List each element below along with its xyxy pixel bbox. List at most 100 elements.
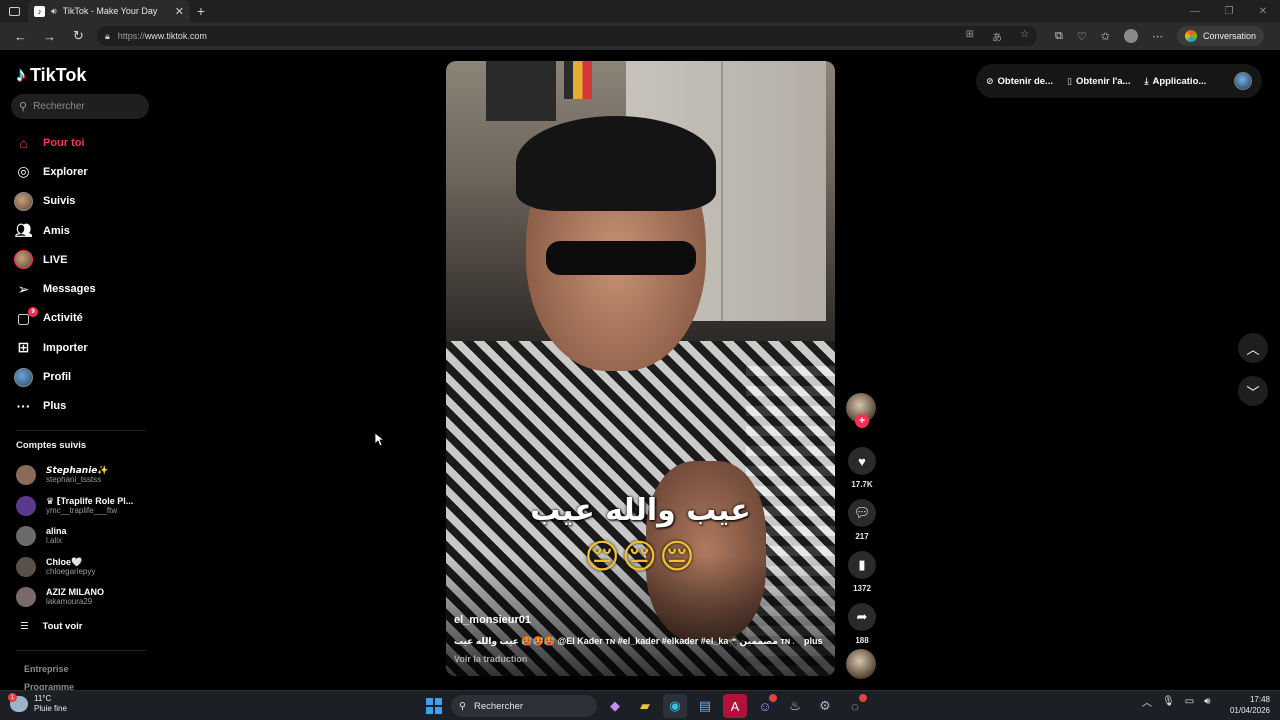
save-action[interactable]: ▮ 1372 <box>845 551 879 593</box>
translate-icon[interactable]: あ <box>992 29 1002 44</box>
settings-more-icon[interactable]: ⋯ <box>1152 30 1163 43</box>
start-button[interactable] <box>423 695 445 717</box>
url-domain: www.tiktok.com <box>144 31 207 41</box>
browser-essentials-icon[interactable]: ♡ <box>1077 30 1087 43</box>
browser-profile-avatar[interactable] <box>1123 29 1138 43</box>
tab-actions-button[interactable] <box>0 0 28 22</box>
get-coins-button[interactable]: ⊘ Obtenir de... <box>986 76 1053 87</box>
sidebar-item-explorer[interactable]: ◎ Explorer <box>14 157 154 186</box>
get-app-button[interactable]: ▯ Obtenir l'a... <box>1067 76 1130 87</box>
minimize-icon[interactable]: — <box>1178 0 1212 22</box>
windows-logo-icon <box>434 698 442 706</box>
heart-icon: ♥ <box>848 447 876 475</box>
browser-tab[interactable]: ♪ 🔊︎ TikTok - Make Your Day ✕ <box>28 0 190 22</box>
followed-account[interactable]: ♛ ⁅Traplife Role Pl... ymc__traplife___f… <box>16 491 156 522</box>
store-icon[interactable]: ▤ <box>693 694 717 718</box>
forward-button[interactable]: → <box>35 22 64 50</box>
like-action[interactable]: ♥ 17.7K <box>845 447 879 489</box>
sidebar-item-label: Messages <box>43 283 96 296</box>
followed-account[interactable]: AZIZ MILANO lakamoura29 <box>16 582 156 613</box>
sidebar-item-amis[interactable]: 👥︎ Amis <box>14 216 154 245</box>
download-app-button[interactable]: ⤓ Applicatio... <box>1144 76 1206 87</box>
previous-video-button[interactable]: ︿ <box>1238 333 1268 363</box>
search-input[interactable]: ⚲ Rechercher <box>11 94 149 119</box>
followed-account[interactable]: Chloe🤍 chloegariepyy <box>16 552 156 583</box>
search-icon: ⚲ <box>459 700 466 712</box>
tiktok-logo[interactable]: ♪ TikTok <box>16 64 86 87</box>
video-author[interactable]: el_monsieur01 <box>454 614 531 626</box>
close-tab-icon[interactable]: ✕ <box>175 5 184 18</box>
sidebar-item-plus[interactable]: ··· Plus <box>14 392 154 421</box>
sidebar-item-label: Plus <box>43 400 67 413</box>
followed-account[interactable]: 𝙎𝙩𝙚𝙥𝙝𝙖𝙣𝙞𝙚✨ stephani_tsstss <box>16 460 156 491</box>
next-video-button[interactable]: ﹀ <box>1238 376 1268 406</box>
account-name: Chloe🤍 <box>46 556 83 567</box>
bookmark-icon: ▮ <box>848 551 876 579</box>
weather-widget[interactable]: 1 11°C Pluie fine <box>8 693 67 714</box>
get-coins-label: Obtenir de... <box>997 75 1053 87</box>
music-disc-avatar[interactable] <box>846 649 876 679</box>
sidebar-item-messages[interactable]: ➢ Messages <box>14 274 154 303</box>
footer-link-entreprise[interactable]: Entreprise <box>24 664 69 674</box>
back-button[interactable]: ← <box>6 22 35 50</box>
affinity-icon[interactable]: A <box>723 694 747 718</box>
favorites-icon[interactable]: ✩ <box>1101 30 1110 43</box>
steam-icon[interactable]: ♨ <box>783 694 807 718</box>
speaker-icon[interactable]: 🔊︎ <box>51 6 57 17</box>
app-tray-icon[interactable]: ◌ <box>843 694 867 718</box>
sidebar-item-live[interactable]: LIVE <box>14 245 154 274</box>
taskbar-search[interactable]: ⚲ Rechercher <box>451 695 597 717</box>
sidebar-item-pour-toi[interactable]: ⌂ Pour toi <box>14 128 154 157</box>
sidebar-item-importer[interactable]: ⊞ Importer <box>14 333 154 362</box>
upload-icon: ⊞ <box>17 339 30 356</box>
download-icon: ⤓ <box>1144 75 1149 86</box>
new-tab-button[interactable]: + <box>190 0 212 22</box>
sidebar-item-profil[interactable]: Profil <box>14 362 154 391</box>
sidebar-item-label: Suivis <box>43 195 76 208</box>
copilot-conversation-button[interactable]: Conversation <box>1176 26 1264 46</box>
follow-plus-icon[interactable]: + <box>855 414 869 428</box>
video-player[interactable]: عيب والله عيب 😔😔😔 el_monsieur01 عيب والل… <box>446 61 835 676</box>
maximize-icon[interactable]: ❐ <box>1212 0 1246 22</box>
video-frame-detail <box>486 61 556 121</box>
extensions-icon[interactable]: ⧉ <box>1055 30 1063 43</box>
sidebar-item-suivis[interactable]: Suivis <box>14 187 154 216</box>
followed-account[interactable]: alina l.alix <box>16 521 156 552</box>
video-overlay-emoji: 😔😔😔 <box>584 538 697 576</box>
show-hidden-icons-chevron-icon[interactable]: ︿ <box>1142 694 1152 709</box>
more-button[interactable]: plus <box>804 636 823 646</box>
mouse-cursor-icon <box>375 433 385 447</box>
taskbar-clock[interactable]: 17:48 01/04/2026 <box>1222 694 1270 716</box>
volume-icon[interactable]: 🔊︎ <box>1204 696 1210 707</box>
display-icon[interactable]: ▭ <box>1185 696 1194 707</box>
see-all-button[interactable]: ☰ Tout voir <box>20 621 82 632</box>
share-action[interactable]: ➦ 188 <box>845 603 879 645</box>
tab-actions-icon <box>8 6 20 16</box>
clock-time: 17:48 <box>1249 695 1270 704</box>
url-field[interactable]: 🔒︎ https://www.tiktok.com ⊞ あ ☆ <box>97 26 1037 46</box>
microphone-icon[interactable]: 🎙︎ <box>1162 696 1175 707</box>
sidebar-item-label: Activité <box>43 312 83 325</box>
video-frame-detail <box>721 61 723 321</box>
settings-gear-icon[interactable]: ⚙ <box>813 694 837 718</box>
discord-icon[interactable]: ☺ <box>753 694 777 718</box>
favorite-star-icon[interactable]: ☆ <box>1020 29 1029 44</box>
close-window-icon[interactable]: ✕ <box>1246 0 1280 22</box>
app-available-icon[interactable]: ⊞ <box>966 29 974 44</box>
tiktok-sidebar: ♪ TikTok ⚲ Rechercher ⌂ Pour toi ◎ Explo… <box>0 50 160 692</box>
copilot-app-icon[interactable]: ◆ <box>603 694 627 718</box>
more-icon: ··· <box>16 398 31 415</box>
lock-icon[interactable]: 🔒︎ <box>105 31 110 42</box>
edge-browser-icon[interactable]: ◉ <box>663 694 687 718</box>
coin-icon: ⊘ <box>986 75 994 86</box>
browser-toolbar: ⧉ ♡ ✩ ⋯ <box>1055 29 1163 43</box>
reload-button[interactable]: ↻ <box>64 22 93 50</box>
followed-accounts-title: Comptes suivis <box>16 440 87 451</box>
sidebar-item-activite[interactable]: ▢ 9 Activité <box>14 304 154 333</box>
creator-avatar[interactable]: + <box>846 393 876 428</box>
comment-action[interactable]: 💬︎ 217 <box>845 499 879 541</box>
file-explorer-icon[interactable]: ▰ <box>633 694 657 718</box>
translate-link[interactable]: Voir la traduction <box>454 654 527 664</box>
user-avatar[interactable] <box>1234 72 1252 90</box>
search-icon: ⚲ <box>19 101 28 113</box>
